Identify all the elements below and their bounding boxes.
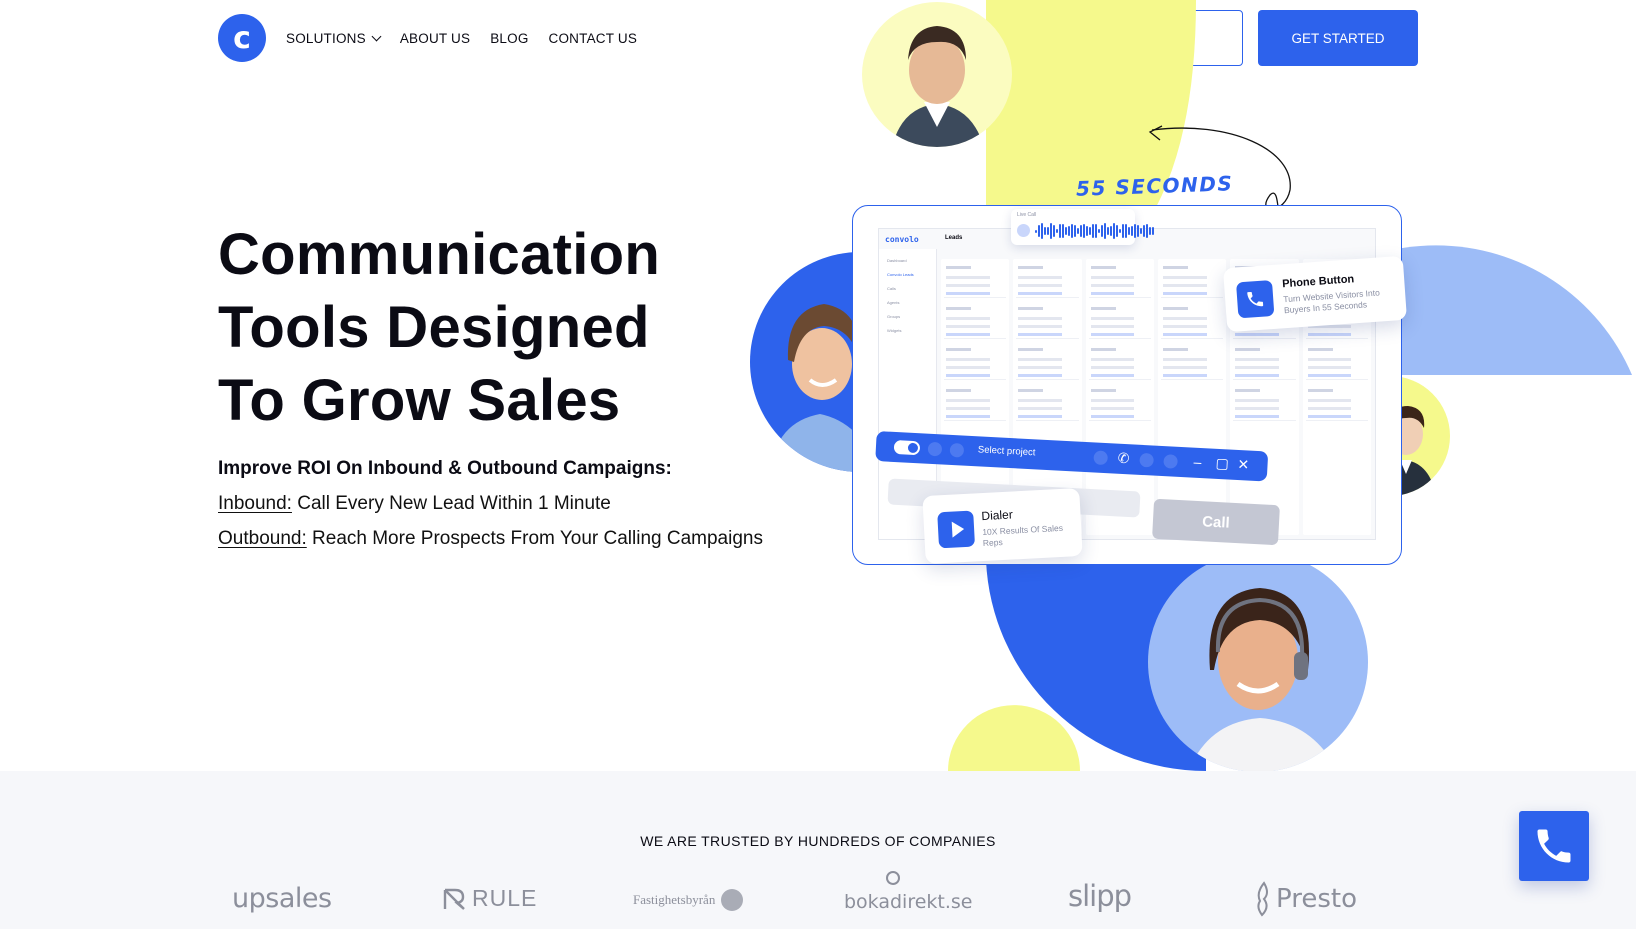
toolbar-dot	[1139, 452, 1154, 468]
waveform-bar	[1107, 227, 1109, 235]
live-call-label: Live Call	[1017, 212, 1037, 218]
call-button-mock: Call	[1152, 498, 1280, 546]
phone-button-description: Turn Website Visitors Into Buyers In 55 …	[1282, 287, 1381, 316]
phone-icon	[1537, 829, 1571, 863]
waveform-bar	[1035, 229, 1037, 233]
logo-presto: Presto	[1252, 881, 1357, 917]
waveform-bar	[1053, 225, 1055, 237]
logo-bokadirekt: bokadirekt.se	[844, 891, 973, 913]
dialer-title: Dialer	[981, 507, 1014, 524]
phone-button-card: Phone Button Turn Website Visitors Into …	[1222, 255, 1408, 333]
waveform-bar	[1122, 223, 1124, 239]
waveform-bar	[1068, 225, 1070, 237]
waveform-bar	[1044, 227, 1046, 235]
waveform-bar	[1119, 228, 1121, 234]
app-sidebar-item: Convolo Leads	[887, 272, 914, 277]
waveform-bar	[1098, 229, 1100, 233]
bokadirekt-mark-icon	[886, 871, 900, 885]
avatar-support-woman	[1148, 552, 1368, 772]
rule-mark-icon	[443, 888, 465, 910]
app-sidebar-item: Agents	[887, 300, 900, 305]
logo-rule-text: RULE	[472, 885, 538, 911]
trusted-title: WE ARE TRUSTED BY HUNDREDS OF COMPANIES	[640, 833, 996, 849]
client-logos: upsales RULE Fastighetsbyrån bokadirekt.…	[0, 871, 1636, 923]
floating-call-button[interactable]	[1519, 811, 1589, 881]
close-icon: ✕	[1237, 455, 1250, 473]
waveform-bar	[1038, 224, 1040, 238]
logo-presto-text: Presto	[1276, 884, 1357, 914]
phone-icon: ✆	[1117, 449, 1130, 467]
headset-woman-illustration	[1188, 588, 1338, 772]
waveform-bar	[1056, 228, 1058, 234]
toolbar-dot	[1163, 454, 1178, 469]
seal-icon	[721, 889, 744, 911]
toggle-switch	[893, 439, 921, 456]
kanban-column	[1157, 259, 1227, 535]
logo-fastighetsbyran-text: Fastighetsbyrån	[633, 892, 716, 907]
waveform-bar	[1077, 228, 1079, 234]
waveform-bar	[1143, 224, 1145, 238]
waveform-bar	[1059, 224, 1061, 238]
app-sidebar-item: Widgets	[887, 328, 902, 333]
waveform-bar	[1134, 224, 1136, 238]
waveform-bar	[1071, 224, 1073, 238]
toolbar-dot	[949, 442, 965, 458]
waveform-bar	[1062, 224, 1064, 238]
waveform-bar	[1047, 226, 1049, 236]
select-project-label: Select project	[977, 444, 1036, 459]
waveform-bar	[1149, 226, 1151, 236]
waveform-bar	[1065, 226, 1067, 236]
app-sidebar-item: Dashboard	[887, 258, 907, 263]
waveform-bar	[1131, 225, 1133, 237]
dialer-card: Dialer 10X Results Of Sales Reps	[922, 487, 1083, 565]
waveform-bar	[1083, 223, 1085, 239]
waveform-bar	[1104, 223, 1106, 239]
waveform-bar	[1116, 225, 1118, 237]
toolbar-dot	[927, 441, 943, 457]
waveform-bar	[1101, 224, 1103, 238]
waveform-bar	[1074, 224, 1076, 238]
logo-fastighetsbyran: Fastighetsbyrån	[633, 889, 744, 911]
dialer-description: 10X Results Of Sales Reps	[982, 522, 1064, 549]
phone-button-title: Phone Button	[1281, 273, 1355, 291]
logo-slipp: slipp	[1068, 879, 1132, 913]
waveform-bar	[1137, 225, 1139, 237]
waveform-bar	[1110, 226, 1112, 236]
waveform-bar	[1140, 228, 1142, 234]
logo-upsales: upsales	[232, 883, 332, 914]
app-brand: convolo	[885, 235, 919, 244]
waveform-bar	[1113, 223, 1115, 239]
waveform-bar	[1092, 223, 1094, 239]
app-page-title: Leads	[945, 235, 963, 241]
play-icon	[937, 510, 976, 549]
maximize-icon: ▢	[1215, 454, 1230, 472]
trusted-by-section: WE ARE TRUSTED BY HUNDREDS OF COMPANIES …	[0, 771, 1636, 929]
avatar-man-top	[862, 2, 1012, 147]
presto-flame-icon	[1257, 881, 1268, 917]
waveform-bar	[1146, 223, 1148, 239]
waveform-bar	[1128, 226, 1130, 235]
waveform-bar	[1050, 223, 1052, 239]
app-sidebar-item: Groups	[887, 314, 901, 319]
audio-waveform	[1035, 223, 1154, 239]
logo-rule: RULE	[442, 885, 537, 912]
phone-icon	[1236, 279, 1275, 319]
waveform-bar	[1125, 224, 1127, 238]
waveform-bar	[1041, 223, 1043, 239]
waveform-bar	[1152, 226, 1154, 236]
minimize-icon: –	[1193, 453, 1202, 471]
waveform-bar	[1086, 226, 1088, 236]
pause-icon	[1017, 224, 1030, 237]
waveform-bar	[1089, 226, 1091, 236]
app-sidebar-item: Calls	[887, 286, 896, 291]
waveform-bar	[1095, 224, 1097, 238]
man-portrait-illustration	[892, 26, 984, 147]
toolbar-dot	[1093, 450, 1109, 466]
live-call-widget: Live Call	[1011, 209, 1154, 245]
waveform-bar	[1080, 225, 1082, 237]
